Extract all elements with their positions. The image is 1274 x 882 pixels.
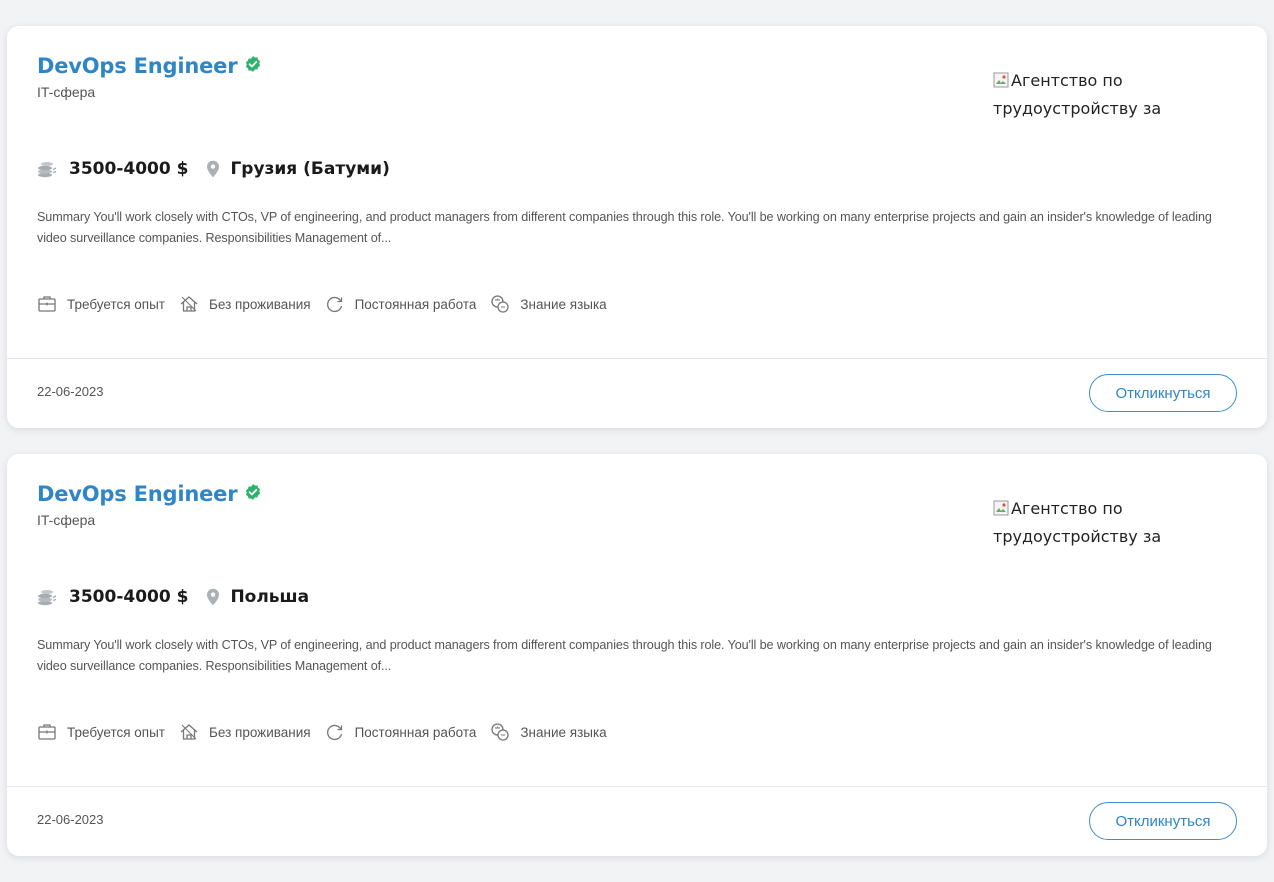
card-divider — [7, 786, 1267, 787]
language-icon — [491, 295, 510, 313]
agency-logo[interactable]: Агентство по трудоустройству за — [993, 495, 1183, 551]
feature-label: Постоянная работа — [354, 724, 477, 740]
briefcase-icon — [38, 724, 56, 740]
verified-badge-icon — [246, 56, 261, 72]
feature-language: Знание языка — [490, 294, 607, 314]
vacancy-list: DevOps Engineer IT-сфера Агентство по тр… — [0, 0, 1274, 882]
feature-label: Без проживания — [209, 296, 311, 312]
vacancy-date: 22-06-2023 — [37, 812, 104, 827]
vacancy-summary: Summary You'll work closely with CTOs, V… — [37, 638, 1212, 673]
feature-experience: Требуется опыт — [37, 294, 165, 314]
features-row: Требуется опыт Без проживания Постоянная… — [37, 294, 621, 314]
coins-icon — [38, 590, 57, 606]
vacancy-title-row: DevOps Engineer — [37, 54, 262, 78]
vacancy-title[interactable]: DevOps Engineer — [37, 482, 238, 506]
location-pin-icon — [207, 160, 220, 178]
location: Польша — [230, 587, 310, 607]
coins-icon — [38, 162, 57, 178]
vacancy-sphere: IT-сфера — [37, 512, 96, 528]
verified-badge-icon — [246, 484, 261, 500]
vacancy-card[interactable]: DevOps Engineer IT-сфера Агентство по тр… — [7, 26, 1267, 428]
feature-label: Без проживания — [209, 724, 311, 740]
agency-logo-alt: Агентство по трудоустройству за — [993, 71, 1162, 118]
language-icon — [491, 723, 510, 741]
vacancy-sphere: IT-сфера — [37, 84, 96, 100]
feature-permanent: Постоянная работа — [325, 294, 477, 314]
salary: 3500-4000 $ — [69, 159, 189, 179]
agency-logo[interactable]: Агентство по трудоустройству за — [993, 67, 1183, 123]
vacancy-title[interactable]: DevOps Engineer — [37, 54, 238, 78]
salary-location-row: 3500-4000 $ Польша — [37, 587, 309, 607]
card-divider — [7, 358, 1267, 359]
broken-image-icon — [993, 72, 1009, 88]
feature-label: Требуется опыт — [67, 724, 165, 740]
feature-label: Знание языка — [520, 296, 607, 312]
refresh-icon — [326, 296, 342, 313]
feature-label: Знание языка — [520, 724, 607, 740]
vacancy-date: 22-06-2023 — [37, 384, 104, 399]
refresh-icon — [326, 724, 342, 741]
vacancy-card[interactable]: DevOps Engineer IT-сфера Агентство по тр… — [7, 454, 1267, 856]
agency-logo-alt: Агентство по трудоустройству за — [993, 499, 1162, 546]
apply-button[interactable]: Откликнуться — [1089, 374, 1237, 412]
feature-language: Знание языка — [490, 722, 607, 742]
feature-permanent: Постоянная работа — [325, 722, 477, 742]
feature-experience: Требуется опыт — [37, 722, 165, 742]
apply-button[interactable]: Откликнуться — [1089, 802, 1237, 840]
broken-image-icon — [993, 500, 1009, 516]
salary: 3500-4000 $ — [69, 587, 189, 607]
salary-location-row: 3500-4000 $ Грузия (Батуми) — [37, 159, 390, 179]
location: Грузия (Батуми) — [230, 159, 390, 179]
features-row: Требуется опыт Без проживания Постоянная… — [37, 722, 621, 742]
briefcase-icon — [38, 296, 56, 312]
vacancy-summary: Summary You'll work closely with CTOs, V… — [37, 210, 1212, 245]
feature-label: Постоянная работа — [354, 296, 477, 312]
vacancy-title-row: DevOps Engineer — [37, 482, 262, 506]
house-icon — [180, 296, 198, 312]
location-pin-icon — [207, 588, 220, 606]
house-icon — [180, 724, 198, 740]
feature-housing: Без проживания — [179, 722, 311, 742]
feature-housing: Без проживания — [179, 294, 311, 314]
feature-label: Требуется опыт — [67, 296, 165, 312]
